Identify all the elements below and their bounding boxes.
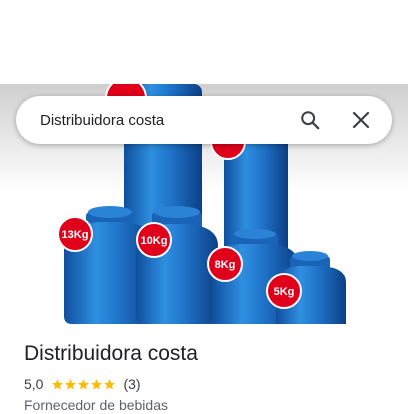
badge-13kg: 13Kg <box>57 216 93 252</box>
search-icon[interactable] <box>298 108 322 132</box>
star-icon <box>91 378 103 389</box>
badge-8kg-label: 8Kg <box>215 259 236 271</box>
badge-10kg-label: 10Kg <box>141 235 168 247</box>
place-category: Fornecedor de bebidas <box>24 397 168 413</box>
star-icon <box>104 378 116 389</box>
badge-5kg-label: 5Kg <box>274 286 295 298</box>
badge-8kg: 8Kg <box>207 246 243 282</box>
star-icon <box>65 378 77 389</box>
rating-stars <box>51 378 116 391</box>
rating-row[interactable]: 5,0 (3) <box>24 375 141 393</box>
search-input[interactable] <box>40 108 298 132</box>
rating-value: 5,0 <box>24 376 44 392</box>
place-title: Distribuidora costa <box>24 342 198 365</box>
badge-10kg: 10Kg <box>136 222 172 258</box>
search-bar[interactable] <box>16 96 392 144</box>
badge-5kg: 5Kg <box>266 273 302 309</box>
star-icon <box>52 378 64 389</box>
badge-13kg-label: 13Kg <box>62 229 89 241</box>
top-blank-area <box>0 0 408 84</box>
review-count[interactable]: (3) <box>123 376 140 392</box>
star-icon <box>78 378 90 389</box>
close-icon[interactable] <box>349 108 373 132</box>
